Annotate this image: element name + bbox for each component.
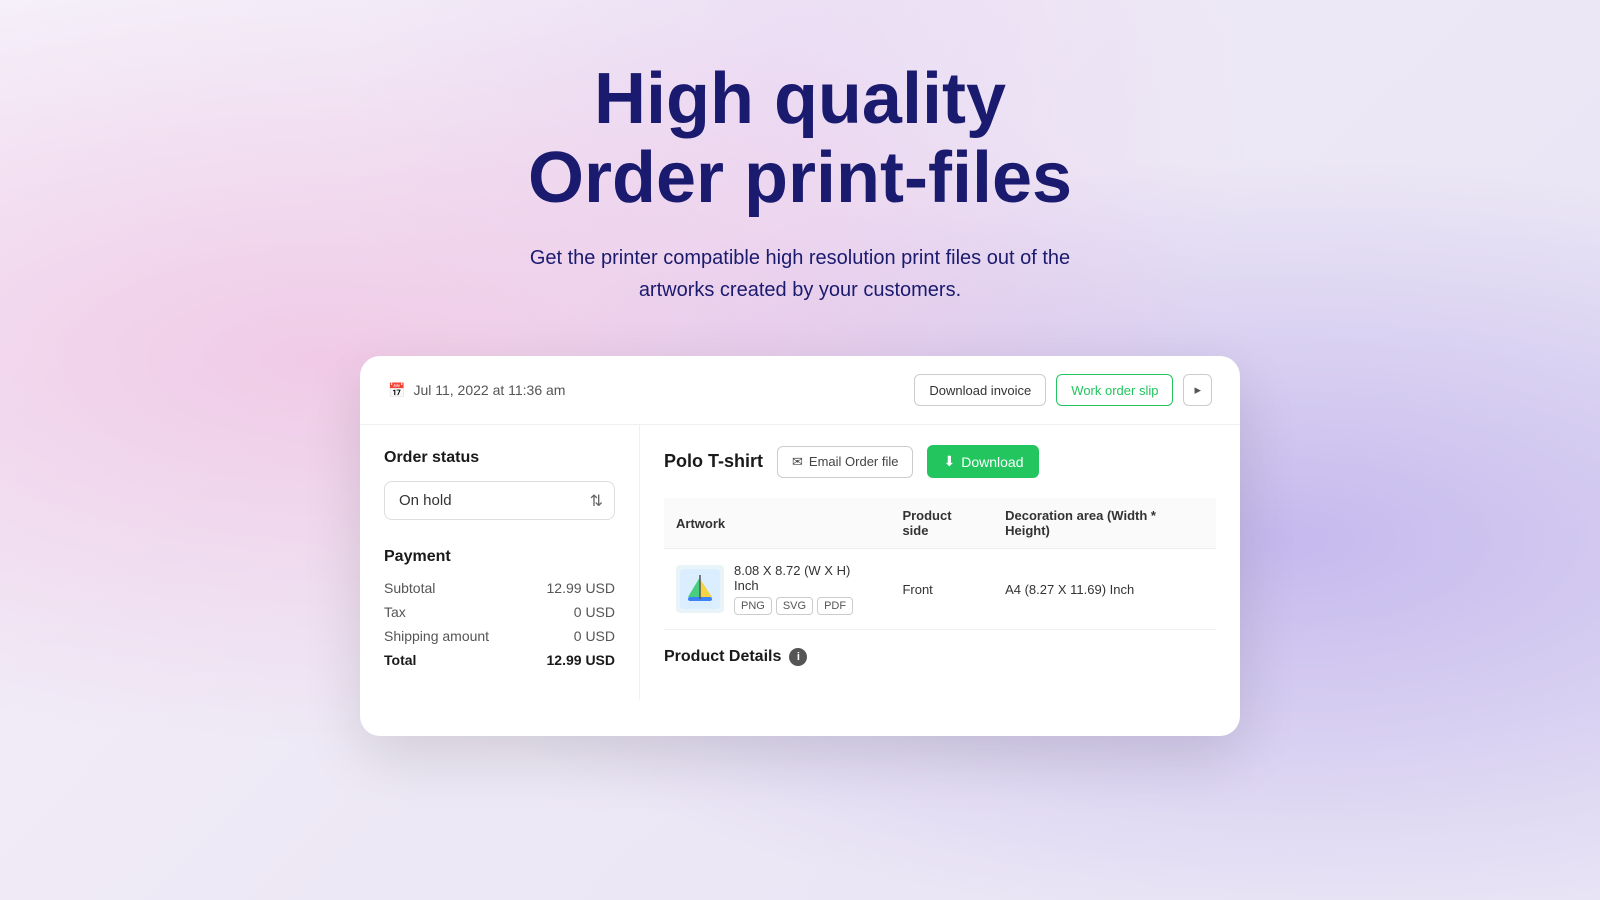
tax-value: 0 USD — [574, 604, 615, 620]
shipping-value: 0 USD — [574, 628, 615, 644]
more-options-button[interactable]: ▸ — [1183, 374, 1212, 406]
boat-icon — [680, 569, 720, 609]
artwork-thumbnail — [676, 565, 724, 613]
shipping-row: Shipping amount 0 USD — [384, 628, 615, 644]
file-format-badges: PNG SVG PDF — [734, 597, 878, 615]
artwork-table: Artwork Product side Decoration area (Wi… — [664, 498, 1216, 630]
product-header: Polo T-shirt ✉ Email Order file ⬇ Downlo… — [664, 445, 1216, 478]
right-panel: Polo T-shirt ✉ Email Order file ⬇ Downlo… — [640, 425, 1240, 700]
col-product-side: Product side — [890, 498, 993, 549]
total-value: 12.99 USD — [547, 652, 615, 668]
envelope-icon: ✉ — [792, 454, 803, 470]
tax-label: Tax — [384, 604, 406, 620]
total-label: Total — [384, 652, 416, 668]
calendar-icon: 📅 — [388, 382, 405, 399]
total-row: Total 12.99 USD — [384, 652, 615, 668]
info-icon: i — [789, 648, 807, 666]
product-side-cell: Front — [890, 549, 993, 630]
left-panel: Order status On hold ⇅ Payment Subtotal … — [360, 425, 640, 700]
status-select-wrapper: On hold ⇅ — [384, 481, 615, 520]
payment-section: Payment Subtotal 12.99 USD Tax 0 USD Shi… — [384, 548, 615, 668]
pdf-badge: PDF — [817, 597, 853, 615]
artwork-info: 8.08 X 8.72 (W X H) Inch PNG SVG PDF — [734, 563, 878, 615]
email-order-file-button[interactable]: ✉ Email Order file — [777, 446, 913, 478]
product-details-section: Product Details i — [664, 648, 1216, 666]
ui-mockup-card: 📅 Jul 11, 2022 at 11:36 am Download invo… — [360, 356, 1240, 736]
hero-subtitle: Get the printer compatible high resoluti… — [528, 242, 1072, 306]
product-name: Polo T-shirt — [664, 451, 763, 472]
subtotal-row: Subtotal 12.99 USD — [384, 580, 615, 596]
work-order-slip-button[interactable]: Work order slip — [1056, 374, 1173, 406]
hero-title: High quality Order print-files — [528, 60, 1072, 218]
tax-row: Tax 0 USD — [384, 604, 615, 620]
col-artwork: Artwork — [664, 498, 890, 549]
shipping-label: Shipping amount — [384, 628, 489, 644]
product-details-label: Product Details — [664, 648, 781, 666]
artwork-size: 8.08 X 8.72 (W X H) Inch — [734, 563, 878, 593]
page-content: High quality Order print-files Get the p… — [0, 0, 1600, 736]
artwork-cell: 8.08 X 8.72 (W X H) Inch PNG SVG PDF — [664, 549, 890, 630]
subtotal-label: Subtotal — [384, 580, 435, 596]
card-body: Order status On hold ⇅ Payment Subtotal … — [360, 425, 1240, 700]
header-actions: Download invoice Work order slip ▸ — [914, 374, 1212, 406]
card-header: 📅 Jul 11, 2022 at 11:36 am Download invo… — [360, 356, 1240, 425]
download-button[interactable]: ⬇ Download — [927, 445, 1039, 478]
payment-label: Payment — [384, 548, 615, 566]
subtotal-value: 12.99 USD — [547, 580, 615, 596]
png-badge: PNG — [734, 597, 772, 615]
col-decoration-area: Decoration area (Width * Height) — [993, 498, 1216, 549]
order-status-label: Order status — [384, 449, 615, 467]
svg-badge: SVG — [776, 597, 813, 615]
download-icon: ⬇ — [943, 453, 955, 470]
order-date: 📅 Jul 11, 2022 at 11:36 am — [388, 382, 565, 399]
decoration-area-cell: A4 (8.27 X 11.69) Inch — [993, 549, 1216, 630]
order-status-select[interactable]: On hold — [384, 481, 615, 520]
table-row: 8.08 X 8.72 (W X H) Inch PNG SVG PDF — [664, 549, 1216, 630]
download-invoice-button[interactable]: Download invoice — [914, 374, 1046, 406]
hero-section: High quality Order print-files Get the p… — [528, 60, 1072, 306]
